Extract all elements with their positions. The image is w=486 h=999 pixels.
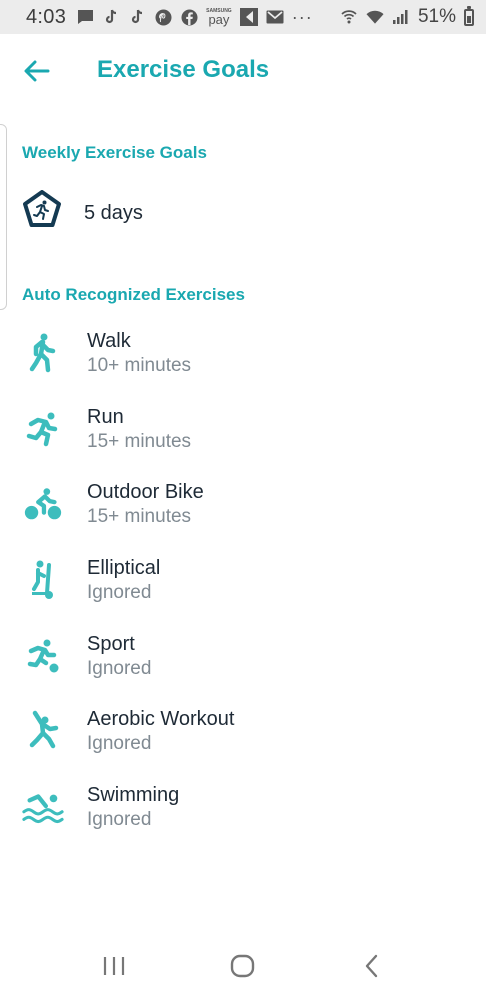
exercise-detail: 15+ minutes: [87, 506, 192, 528]
exercise-detail: Ignored: [87, 582, 152, 604]
system-icons: 51%: [340, 5, 474, 28]
message-icon: [76, 8, 94, 26]
sport-icon: [22, 635, 64, 677]
home-icon: [230, 954, 255, 978]
exercise-item-elliptical[interactable]: Elliptical Ignored: [0, 553, 486, 629]
gmail-icon: [266, 8, 284, 26]
exercise-name: Aerobic Workout: [87, 708, 235, 731]
exercise-item-swimming[interactable]: Swimming Ignored: [0, 780, 486, 856]
exercise-detail: 15+ minutes: [87, 430, 192, 452]
exercise-name: Elliptical: [87, 557, 161, 580]
status-bar: 4:03 SAMSUNG pay ··· 51%: [0, 0, 486, 34]
tiktok-icon: [102, 8, 120, 26]
exercise-detail: Ignored: [87, 733, 152, 755]
notification-icons: SAMSUNG pay ···: [76, 7, 313, 28]
system-nav-bar: [0, 933, 486, 999]
aerobic-icon: [22, 710, 64, 752]
kinemaster-icon: [239, 8, 258, 26]
back-button[interactable]: [18, 52, 56, 90]
exercise-name: Sport: [87, 632, 135, 655]
auto-recognized-heading: Auto Recognized Exercises: [22, 285, 245, 304]
exercise-item-sport[interactable]: Sport Ignored: [0, 629, 486, 705]
exercise-name: Outdoor Bike: [87, 481, 204, 504]
exercise-detail: 10+ minutes: [87, 355, 192, 376]
recent-apps-button[interactable]: [94, 946, 134, 986]
app-header: Exercise Goals: [0, 34, 486, 108]
arrow-left-icon: [24, 60, 50, 82]
wifi-calling-icon: [340, 8, 358, 26]
run-icon: [22, 408, 64, 450]
battery-percentage: 51%: [417, 6, 456, 27]
back-nav-button[interactable]: [352, 946, 392, 986]
exercise-badge-icon: [22, 190, 62, 237]
recent-apps-icon: [104, 957, 125, 975]
exercise-item-run[interactable]: Run 15+ minutes: [0, 402, 486, 478]
status-time: 4:03: [26, 5, 67, 28]
bike-icon: [22, 483, 64, 525]
pinterest-icon: [154, 8, 172, 26]
walk-icon: [22, 332, 64, 374]
more-notifications-icon: ···: [291, 6, 313, 27]
tiktok-icon: [128, 8, 146, 26]
exercise-list: Walk 10+ minutes Run 15+ minutes Outdoor…: [0, 326, 486, 856]
exercise-detail: Ignored: [87, 657, 152, 679]
exercise-name: Walk: [87, 330, 131, 352]
weekly-goals-heading: Weekly Exercise Goals: [22, 143, 207, 162]
chevron-left-icon: [365, 954, 377, 978]
page-title: Exercise Goals: [97, 56, 270, 83]
swimming-icon: [22, 786, 64, 828]
elliptical-icon: [22, 559, 64, 601]
weekly-goal-value: 5 days: [84, 202, 143, 224]
exercise-item-aerobic-workout[interactable]: Aerobic Workout Ignored: [0, 704, 486, 780]
exercise-name: Run: [87, 405, 124, 428]
wifi-icon: [366, 8, 384, 26]
edge-panel-handle[interactable]: [0, 124, 7, 310]
exercise-detail: Ignored: [87, 809, 152, 831]
home-button[interactable]: [223, 946, 263, 986]
weekly-goal-row[interactable]: 5 days: [22, 190, 143, 237]
exercise-item-walk[interactable]: Walk 10+ minutes: [0, 326, 486, 402]
signal-icon: [392, 8, 410, 26]
exercise-item-outdoor-bike[interactable]: Outdoor Bike 15+ minutes: [0, 477, 486, 553]
exercise-name: Swimming: [87, 784, 180, 807]
facebook-icon: [180, 8, 198, 26]
samsung-pay-icon: SAMSUNG pay: [206, 8, 232, 27]
battery-icon: [464, 5, 474, 26]
